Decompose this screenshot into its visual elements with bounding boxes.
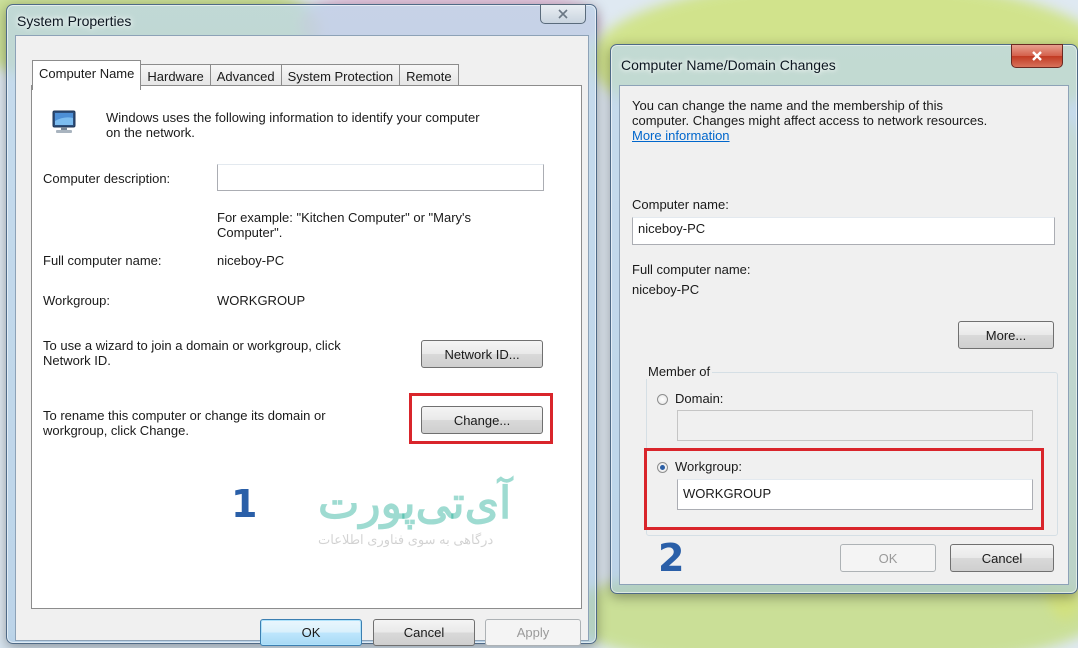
close-button[interactable]	[540, 4, 586, 24]
ok-button[interactable]: OK	[840, 544, 936, 572]
close-icon	[558, 9, 568, 19]
more-button[interactable]: More...	[958, 321, 1054, 349]
full-computer-name-value: niceboy-PC	[217, 253, 285, 268]
domain-label: Domain:	[675, 391, 724, 406]
tab-computer-name[interactable]: Computer Name	[32, 60, 142, 90]
computer-network-icon	[50, 108, 80, 141]
system-properties-window: System Properties Computer Name Hardware…	[6, 4, 597, 646]
window-title: System Properties	[17, 13, 132, 29]
example-hint: For example: "Kitchen Computer" or "Mary…	[217, 210, 472, 240]
workgroup-label: Workgroup:	[43, 293, 110, 308]
workgroup-value: WORKGROUP	[217, 293, 306, 308]
computer-description-input[interactable]	[217, 164, 544, 191]
ok-button[interactable]: OK	[260, 619, 362, 646]
step-1-label: 1	[231, 482, 258, 526]
domain-radio[interactable]	[657, 394, 668, 405]
full-computer-name-value: niceboy-PC	[632, 282, 700, 297]
computer-description-label: Computer description:	[43, 171, 171, 186]
cancel-button[interactable]: Cancel	[950, 544, 1054, 572]
more-information-link[interactable]: More information	[632, 128, 1062, 143]
network-id-instructions: To use a wizard to join a domain or work…	[43, 338, 341, 368]
watermark-logo: آی‌تی‌پورت	[318, 479, 512, 528]
workgroup-highlight	[644, 448, 1044, 530]
cancel-button[interactable]: Cancel	[373, 619, 475, 646]
step-2-label: 2	[658, 536, 685, 580]
member-of-label: Member of	[646, 364, 713, 379]
computer-name-label: Computer name:	[632, 197, 729, 212]
close-button[interactable]	[1011, 44, 1063, 68]
intro-text: You can change the name and the membersh…	[632, 98, 1062, 143]
computer-name-domain-changes-window: Computer Name/Domain Changes You can cha…	[610, 44, 1078, 594]
full-computer-name-label: Full computer name:	[43, 253, 162, 268]
network-id-button[interactable]: Network ID...	[421, 340, 543, 368]
intro-text: Windows uses the following information t…	[106, 110, 480, 140]
tab-panel-computer-name: Windows uses the following information t…	[31, 85, 582, 609]
change-instructions: To rename this computer or change its do…	[43, 408, 326, 438]
apply-button[interactable]: Apply	[485, 619, 581, 646]
watermark-subtitle: درگاهی به سوی فناوری اطلاعات	[318, 532, 494, 547]
full-computer-name-label: Full computer name:	[632, 262, 751, 277]
close-icon	[1032, 51, 1042, 61]
window-title: Computer Name/Domain Changes	[621, 57, 836, 73]
dialog-client-area: Computer Name Hardware Advanced System P…	[15, 35, 589, 646]
change-button-highlight	[409, 393, 553, 444]
domain-input[interactable]	[677, 410, 1033, 441]
dialog-client-area: You can change the name and the membersh…	[619, 85, 1069, 585]
computer-name-input[interactable]: niceboy-PC	[632, 217, 1055, 245]
